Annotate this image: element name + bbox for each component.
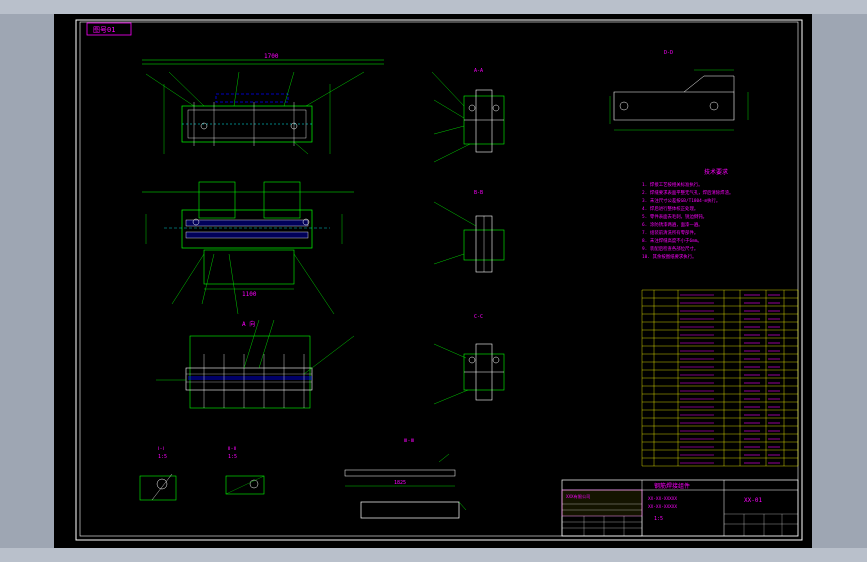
note-2: 2. 焊缝要求表面平整无气孔，焊后清除焊渣。: [642, 189, 733, 196]
dim-plan-width: 1100: [242, 291, 257, 298]
note-7: 7. 组装前清洗所有零部件。: [642, 229, 698, 236]
view-d-label: D-D: [664, 50, 673, 56]
detail-2-label: Ⅱ-Ⅱ: [228, 446, 236, 452]
section-a: A-A: [431, 68, 505, 163]
side-view: A 向: [156, 319, 355, 409]
note-1: 1. 焊接工艺按相关标准执行。: [642, 181, 703, 188]
dim-top-width: 1700: [264, 53, 279, 60]
title-block: 钢筋焊接组件 XX-01 XX-XX-XXXXX XX-XX-XXXXX 1:5…: [561, 479, 799, 537]
bar-detail: 1825: [344, 453, 467, 519]
spec-line-1: XX-XX-XXXXX: [648, 496, 677, 502]
front-view: 1700: [142, 53, 384, 155]
detail-1-scale: 1:5: [158, 454, 167, 460]
drawing-title: 钢筋焊接组件: [654, 482, 690, 490]
detail-3-label: Ⅲ-Ⅲ: [404, 438, 414, 444]
view-b-label: B-B: [474, 190, 483, 196]
view-a-label: A-A: [474, 68, 483, 74]
window-top-bar: [0, 0, 867, 14]
detail-2-scale: 1:5: [228, 454, 237, 460]
spec-line-2: XX-XX-XXXXX: [648, 504, 677, 510]
scale-value: 1:5: [654, 516, 663, 522]
section-b: B-B: [433, 190, 505, 273]
note-6: 6. 涂防锈漆两遍，面漆一遍。: [642, 221, 703, 228]
section-c: C-C: [433, 314, 505, 405]
view-c-label: C-C: [474, 314, 483, 320]
drawing-svg: 图号01 1700 1100 A 向 Ⅰ-Ⅰ 1:5 Ⅱ-Ⅱ 1:5 Ⅲ-Ⅲ 1…: [75, 19, 803, 541]
note-9: 9. 装配后检查各部位尺寸。: [642, 245, 698, 252]
inner-frame: [79, 21, 799, 537]
note-8: 8. 未注焊缝高度不小于6mm。: [642, 237, 702, 244]
note-3: 3. 未注尺寸公差按GB/T1804-m执行。: [642, 197, 720, 204]
note-10: 10. 其余按图纸要求执行。: [642, 253, 696, 260]
notes-heading: 技术要求: [704, 168, 728, 176]
note-5: 5. 零件表面去毛刺，锐边倒钝。: [642, 213, 707, 220]
technical-notes: 技术要求 1. 焊接工艺按相关标准执行。 2. 焊缝要求表面平整无气孔，焊后清除…: [642, 168, 733, 260]
parts-list-table: [641, 289, 799, 467]
drawing-canvas[interactable]: 图号01 1700 1100 A 向 Ⅰ-Ⅰ 1:5 Ⅱ-Ⅱ 1:5 Ⅲ-Ⅲ 1…: [54, 14, 812, 548]
title-tag-text: 图号01: [93, 26, 115, 34]
dim-bar-length: 1825: [394, 480, 406, 486]
detail-small-views: Ⅰ-Ⅰ 1:5 Ⅱ-Ⅱ 1:5 Ⅲ-Ⅲ: [139, 438, 414, 501]
drawing-code: XX-01: [744, 497, 762, 504]
detail-1-label: Ⅰ-Ⅰ: [158, 446, 164, 452]
cad-window: 图号01 1700 1100 A 向 Ⅰ-Ⅰ 1:5 Ⅱ-Ⅱ 1:5 Ⅲ-Ⅲ 1…: [0, 0, 867, 562]
detail-top-right: D-D: [609, 50, 749, 131]
plan-label: A 向: [242, 320, 255, 328]
plan-view: 1100: [142, 181, 354, 315]
company-name: XXX有限公司: [566, 493, 590, 500]
window-bottom-bar: [0, 548, 867, 562]
note-4: 4. 焊后进行整体校正处理。: [642, 205, 698, 212]
